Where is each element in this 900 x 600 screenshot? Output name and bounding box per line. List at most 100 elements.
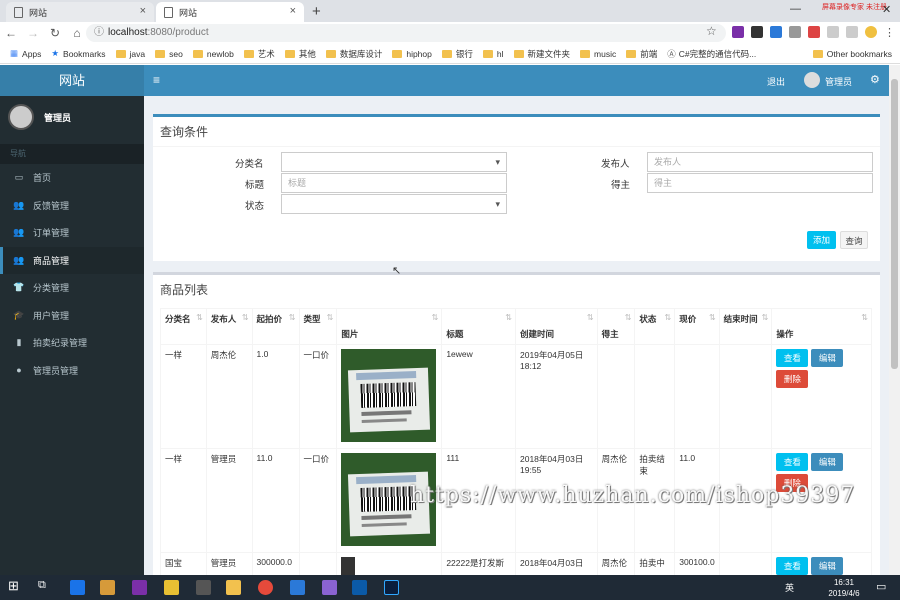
close-icon[interactable]: × xyxy=(290,5,296,17)
view-button[interactable]: 查看 xyxy=(776,349,809,367)
photoshop-icon[interactable] xyxy=(384,580,399,595)
notification-icon[interactable]: ▭ xyxy=(876,580,886,593)
extension-icon[interactable] xyxy=(732,26,744,38)
new-tab-icon[interactable]: + xyxy=(312,3,321,20)
sidebar-item-home[interactable]: ▭ 首页 xyxy=(0,164,144,192)
task-view-icon[interactable]: ⧉ xyxy=(38,579,53,594)
powershell-icon[interactable] xyxy=(352,580,367,595)
app-icon[interactable] xyxy=(132,580,147,595)
column-header[interactable]: 创建时间 ⇅ xyxy=(515,308,598,345)
column-header[interactable]: 分类名 ⇅ xyxy=(160,308,207,345)
ime-indicator[interactable]: 英 xyxy=(785,581,794,594)
add-button[interactable]: 添加 xyxy=(807,231,836,249)
url-input[interactable]: ⓘ localhost:8080/product xyxy=(86,24,726,42)
extension-icon[interactable] xyxy=(789,26,801,38)
extension-icon[interactable] xyxy=(751,26,763,38)
product-image[interactable] xyxy=(341,349,437,442)
app-icon[interactable] xyxy=(196,580,211,595)
column-header[interactable]: 得主 ⇅ xyxy=(596,308,636,345)
avatar[interactable] xyxy=(804,72,820,88)
sidebar-item-admins[interactable]: ● 管理员管理 xyxy=(0,357,144,385)
sidebar-item-users[interactable]: 🎓 用户管理 xyxy=(0,302,144,330)
bookmark-other[interactable]: Other bookmarks xyxy=(812,49,892,59)
edit-button[interactable]: 编辑 xyxy=(811,453,844,471)
sidebar-item-auction-records[interactable]: ▮ 拍卖纪录管理 xyxy=(0,329,144,357)
profile-icon[interactable] xyxy=(865,26,877,38)
sidebar-item-feedback[interactable]: 👥 反馈管理 xyxy=(0,192,144,220)
app-icon[interactable] xyxy=(70,580,85,595)
column-header[interactable]: 图片 ⇅ xyxy=(336,308,443,345)
extension-icon[interactable] xyxy=(808,26,820,38)
windows-start-icon[interactable]: ⊞ xyxy=(8,578,23,593)
clock[interactable]: 16:31 2019/4/6 xyxy=(822,577,866,599)
sidebar-item-categories[interactable]: 👕 分类管理 xyxy=(0,274,144,302)
bookmark-folder[interactable]: 数据库设计 xyxy=(325,48,382,60)
bookmark-folder[interactable]: seo xyxy=(155,49,183,59)
bookmark-link[interactable]: Ⓐ C#完整的通信代码... xyxy=(667,48,756,60)
bookmark-bookmarks[interactable]: ★ Bookmarks xyxy=(51,48,105,59)
extension-icon[interactable] xyxy=(770,26,782,38)
column-header[interactable]: 标题 ⇅ xyxy=(441,308,516,345)
column-header[interactable]: 操作 ⇅ xyxy=(771,308,872,345)
folder-icon[interactable] xyxy=(226,580,241,595)
gears-icon[interactable]: ⚙ xyxy=(870,73,880,86)
view-button[interactable]: 查看 xyxy=(776,453,809,471)
bookmark-folder[interactable]: 艺术 xyxy=(243,48,275,60)
app-icon[interactable] xyxy=(322,580,337,595)
bookmark-folder[interactable]: hiphop xyxy=(392,49,432,59)
status-select[interactable] xyxy=(281,194,507,214)
page-scrollbar[interactable] xyxy=(889,65,900,575)
column-header[interactable]: 发布人 ⇅ xyxy=(205,308,253,345)
bookmark-folder[interactable]: 其他 xyxy=(284,48,316,60)
bookmark-folder[interactable]: 银行 xyxy=(441,48,473,60)
brand-logo[interactable]: 网站 xyxy=(0,65,144,96)
extension-icon[interactable] xyxy=(846,26,858,38)
sort-icon: ⇅ xyxy=(196,313,203,322)
sidebar-item-orders[interactable]: 👥 订单管理 xyxy=(0,219,144,247)
category-select[interactable] xyxy=(281,152,507,172)
column-header[interactable]: 类型 ⇅ xyxy=(298,308,338,345)
minimize-icon[interactable]: — xyxy=(790,3,801,15)
menu-icon[interactable]: ⋮ xyxy=(884,26,896,39)
bookmark-folder[interactable]: java xyxy=(115,49,145,59)
column-header[interactable]: 结束时间 ⇅ xyxy=(718,308,773,345)
bookmark-folder[interactable]: 新建文件夹 xyxy=(513,48,570,60)
column-header[interactable]: 状态 ⇅ xyxy=(634,308,676,345)
star-icon[interactable]: ☆ xyxy=(706,24,717,38)
column-header[interactable]: 起拍价 ⇅ xyxy=(251,308,300,345)
back-icon[interactable]: ← xyxy=(0,26,22,40)
publisher-input[interactable]: 发布人 xyxy=(647,152,873,172)
bookmark-folder[interactable]: 前端 xyxy=(626,48,657,60)
column-header[interactable]: 现价 ⇅ xyxy=(674,308,720,345)
home-icon[interactable]: ⌂ xyxy=(66,26,88,40)
forward-icon[interactable]: → xyxy=(22,26,44,40)
scrollbar-thumb[interactable] xyxy=(891,79,898,369)
chrome-icon[interactable] xyxy=(258,580,273,595)
product-image[interactable] xyxy=(341,557,356,577)
app-icon[interactable] xyxy=(100,580,115,595)
edit-button[interactable]: 编辑 xyxy=(811,349,844,367)
window-close-icon[interactable]: ✕ xyxy=(882,3,891,16)
extension-icon[interactable] xyxy=(827,26,839,38)
browser-tab[interactable]: 网站 × xyxy=(6,2,154,22)
app-icon[interactable] xyxy=(290,580,305,595)
browser-tab-active[interactable]: 网站 × xyxy=(156,2,304,22)
sidebar-item-products[interactable]: 👥 商品管理 xyxy=(0,246,144,274)
edit-button[interactable]: 编辑 xyxy=(811,557,844,575)
bookmark-folder[interactable]: newlob xyxy=(192,49,234,59)
bookmark-folder[interactable]: hl xyxy=(482,49,504,59)
reload-icon[interactable]: ↻ xyxy=(44,26,66,40)
winner-input[interactable]: 得主 xyxy=(647,173,873,193)
bookmark-folder[interactable]: music xyxy=(580,49,616,59)
hamburger-icon[interactable]: ≡ xyxy=(153,73,160,87)
view-button[interactable]: 查看 xyxy=(776,557,809,575)
delete-button[interactable]: 删除 xyxy=(776,370,809,388)
bookmark-apps[interactable]: ▦ Apps xyxy=(10,48,41,59)
title-input[interactable]: 标题 xyxy=(281,173,507,193)
query-button[interactable]: 查询 xyxy=(840,231,868,249)
close-icon[interactable]: × xyxy=(140,5,146,17)
user-menu[interactable]: 管理员 xyxy=(825,75,852,88)
logout-link[interactable]: 退出 xyxy=(767,75,785,88)
folder-icon xyxy=(243,49,254,58)
app-icon[interactable] xyxy=(164,580,179,595)
